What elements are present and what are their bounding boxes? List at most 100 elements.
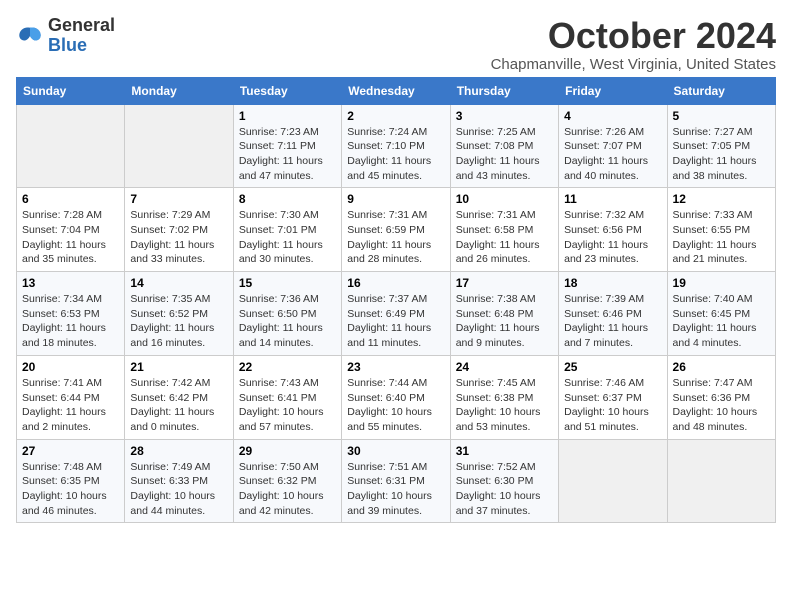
day-detail: Sunrise: 7:24 AM Sunset: 7:10 PM Dayligh… [347, 125, 444, 184]
title-block: October 2024 Chapmanville, West Virginia… [491, 16, 776, 73]
calendar-cell [559, 439, 667, 523]
day-number: 27 [22, 444, 119, 458]
day-detail: Sunrise: 7:51 AM Sunset: 6:31 PM Dayligh… [347, 460, 444, 519]
day-number: 6 [22, 192, 119, 206]
day-number: 4 [564, 109, 661, 123]
day-number: 30 [347, 444, 444, 458]
day-number: 21 [130, 360, 227, 374]
calendar-cell [17, 104, 125, 188]
calendar-header-row: SundayMondayTuesdayWednesdayThursdayFrid… [17, 77, 776, 104]
weekday-header-sunday: Sunday [17, 77, 125, 104]
day-detail: Sunrise: 7:48 AM Sunset: 6:35 PM Dayligh… [22, 460, 119, 519]
calendar-cell: 30 Sunrise: 7:51 AM Sunset: 6:31 PM Dayli… [342, 439, 450, 523]
calendar-cell [125, 104, 233, 188]
day-detail: Sunrise: 7:50 AM Sunset: 6:32 PM Dayligh… [239, 460, 336, 519]
calendar-cell: 11 Sunrise: 7:32 AM Sunset: 6:56 PM Dayli… [559, 188, 667, 272]
weekday-header-friday: Friday [559, 77, 667, 104]
day-detail: Sunrise: 7:31 AM Sunset: 6:58 PM Dayligh… [456, 208, 553, 267]
calendar-week-row: 13 Sunrise: 7:34 AM Sunset: 6:53 PM Dayli… [17, 272, 776, 356]
day-detail: Sunrise: 7:40 AM Sunset: 6:45 PM Dayligh… [673, 292, 770, 351]
day-detail: Sunrise: 7:37 AM Sunset: 6:49 PM Dayligh… [347, 292, 444, 351]
day-detail: Sunrise: 7:32 AM Sunset: 6:56 PM Dayligh… [564, 208, 661, 267]
calendar-week-row: 6 Sunrise: 7:28 AM Sunset: 7:04 PM Daylig… [17, 188, 776, 272]
logo-text: General Blue [48, 16, 115, 56]
day-number: 13 [22, 276, 119, 290]
day-detail: Sunrise: 7:23 AM Sunset: 7:11 PM Dayligh… [239, 125, 336, 184]
calendar-cell: 27 Sunrise: 7:48 AM Sunset: 6:35 PM Dayli… [17, 439, 125, 523]
calendar-cell: 26Sunrise: 7:47 AM Sunset: 6:36 PM Dayli… [667, 355, 775, 439]
weekday-header-saturday: Saturday [667, 77, 775, 104]
day-number: 1 [239, 109, 336, 123]
day-number: 2 [347, 109, 444, 123]
calendar-week-row: 1 Sunrise: 7:23 AM Sunset: 7:11 PM Daylig… [17, 104, 776, 188]
weekday-header-tuesday: Tuesday [233, 77, 341, 104]
calendar-cell: 5 Sunrise: 7:27 AM Sunset: 7:05 PM Daylig… [667, 104, 775, 188]
day-detail: Sunrise: 7:25 AM Sunset: 7:08 PM Dayligh… [456, 125, 553, 184]
day-detail: Sunrise: 7:38 AM Sunset: 6:48 PM Dayligh… [456, 292, 553, 351]
day-number: 19 [673, 276, 770, 290]
day-detail: Sunrise: 7:49 AM Sunset: 6:33 PM Dayligh… [130, 460, 227, 519]
day-number: 12 [673, 192, 770, 206]
calendar-cell: 25 Sunrise: 7:46 AM Sunset: 6:37 PM Dayli… [559, 355, 667, 439]
day-number: 22 [239, 360, 336, 374]
day-detail: Sunrise: 7:33 AM Sunset: 6:55 PM Dayligh… [673, 208, 770, 267]
calendar-cell [667, 439, 775, 523]
logo: General Blue [16, 16, 115, 56]
day-number: 25 [564, 360, 661, 374]
calendar-cell: 6 Sunrise: 7:28 AM Sunset: 7:04 PM Daylig… [17, 188, 125, 272]
day-number: 17 [456, 276, 553, 290]
calendar-cell: 4 Sunrise: 7:26 AM Sunset: 7:07 PM Daylig… [559, 104, 667, 188]
day-detail: Sunrise: 7:34 AM Sunset: 6:53 PM Dayligh… [22, 292, 119, 351]
day-number: 31 [456, 444, 553, 458]
calendar-cell: 2 Sunrise: 7:24 AM Sunset: 7:10 PM Daylig… [342, 104, 450, 188]
day-detail: Sunrise: 7:39 AM Sunset: 6:46 PM Dayligh… [564, 292, 661, 351]
day-detail: Sunrise: 7:27 AM Sunset: 7:05 PM Dayligh… [673, 125, 770, 184]
day-number: 28 [130, 444, 227, 458]
page-header: General Blue October 2024 Chapmanville, … [16, 16, 776, 73]
day-number: 11 [564, 192, 661, 206]
day-number: 5 [673, 109, 770, 123]
day-detail: Sunrise: 7:45 AM Sunset: 6:38 PM Dayligh… [456, 376, 553, 435]
calendar-cell: 22 Sunrise: 7:43 AM Sunset: 6:41 PM Dayli… [233, 355, 341, 439]
calendar-cell: 16 Sunrise: 7:37 AM Sunset: 6:49 PM Dayli… [342, 272, 450, 356]
calendar-cell: 19 Sunrise: 7:40 AM Sunset: 6:45 PM Dayli… [667, 272, 775, 356]
calendar-cell: 10 Sunrise: 7:31 AM Sunset: 6:58 PM Dayli… [450, 188, 558, 272]
day-number: 16 [347, 276, 444, 290]
logo-bird-icon [16, 22, 44, 50]
calendar-cell: 15Sunrise: 7:36 AM Sunset: 6:50 PM Dayli… [233, 272, 341, 356]
day-number: 18 [564, 276, 661, 290]
day-detail: Sunrise: 7:44 AM Sunset: 6:40 PM Dayligh… [347, 376, 444, 435]
weekday-header-wednesday: Wednesday [342, 77, 450, 104]
day-detail: Sunrise: 7:42 AM Sunset: 6:42 PM Dayligh… [130, 376, 227, 435]
day-detail: Sunrise: 7:41 AM Sunset: 6:44 PM Dayligh… [22, 376, 119, 435]
day-detail: Sunrise: 7:26 AM Sunset: 7:07 PM Dayligh… [564, 125, 661, 184]
calendar-cell: 13 Sunrise: 7:34 AM Sunset: 6:53 PM Dayli… [17, 272, 125, 356]
day-detail: Sunrise: 7:29 AM Sunset: 7:02 PM Dayligh… [130, 208, 227, 267]
calendar-table: SundayMondayTuesdayWednesdayThursdayFrid… [16, 77, 776, 524]
day-detail: Sunrise: 7:46 AM Sunset: 6:37 PM Dayligh… [564, 376, 661, 435]
logo-general: General [48, 16, 115, 36]
day-detail: Sunrise: 7:36 AM Sunset: 6:50 PM Dayligh… [239, 292, 336, 351]
calendar-cell: 17 Sunrise: 7:38 AM Sunset: 6:48 PM Dayli… [450, 272, 558, 356]
calendar-week-row: 20Sunrise: 7:41 AM Sunset: 6:44 PM Dayli… [17, 355, 776, 439]
weekday-header-monday: Monday [125, 77, 233, 104]
calendar-cell: 9Sunrise: 7:31 AM Sunset: 6:59 PM Daylig… [342, 188, 450, 272]
calendar-cell: 3Sunrise: 7:25 AM Sunset: 7:08 PM Daylig… [450, 104, 558, 188]
calendar-cell: 28 Sunrise: 7:49 AM Sunset: 6:33 PM Dayli… [125, 439, 233, 523]
day-detail: Sunrise: 7:28 AM Sunset: 7:04 PM Dayligh… [22, 208, 119, 267]
day-number: 9 [347, 192, 444, 206]
day-number: 8 [239, 192, 336, 206]
day-number: 26 [673, 360, 770, 374]
day-detail: Sunrise: 7:43 AM Sunset: 6:41 PM Dayligh… [239, 376, 336, 435]
calendar-week-row: 27 Sunrise: 7:48 AM Sunset: 6:35 PM Dayli… [17, 439, 776, 523]
day-detail: Sunrise: 7:30 AM Sunset: 7:01 PM Dayligh… [239, 208, 336, 267]
calendar-cell: 21 Sunrise: 7:42 AM Sunset: 6:42 PM Dayli… [125, 355, 233, 439]
weekday-header-thursday: Thursday [450, 77, 558, 104]
location: Chapmanville, West Virginia, United Stat… [491, 56, 776, 73]
day-number: 7 [130, 192, 227, 206]
day-detail: Sunrise: 7:52 AM Sunset: 6:30 PM Dayligh… [456, 460, 553, 519]
day-number: 10 [456, 192, 553, 206]
calendar-cell: 31 Sunrise: 7:52 AM Sunset: 6:30 PM Dayli… [450, 439, 558, 523]
calendar-cell: 14Sunrise: 7:35 AM Sunset: 6:52 PM Dayli… [125, 272, 233, 356]
calendar-cell: 8 Sunrise: 7:30 AM Sunset: 7:01 PM Daylig… [233, 188, 341, 272]
